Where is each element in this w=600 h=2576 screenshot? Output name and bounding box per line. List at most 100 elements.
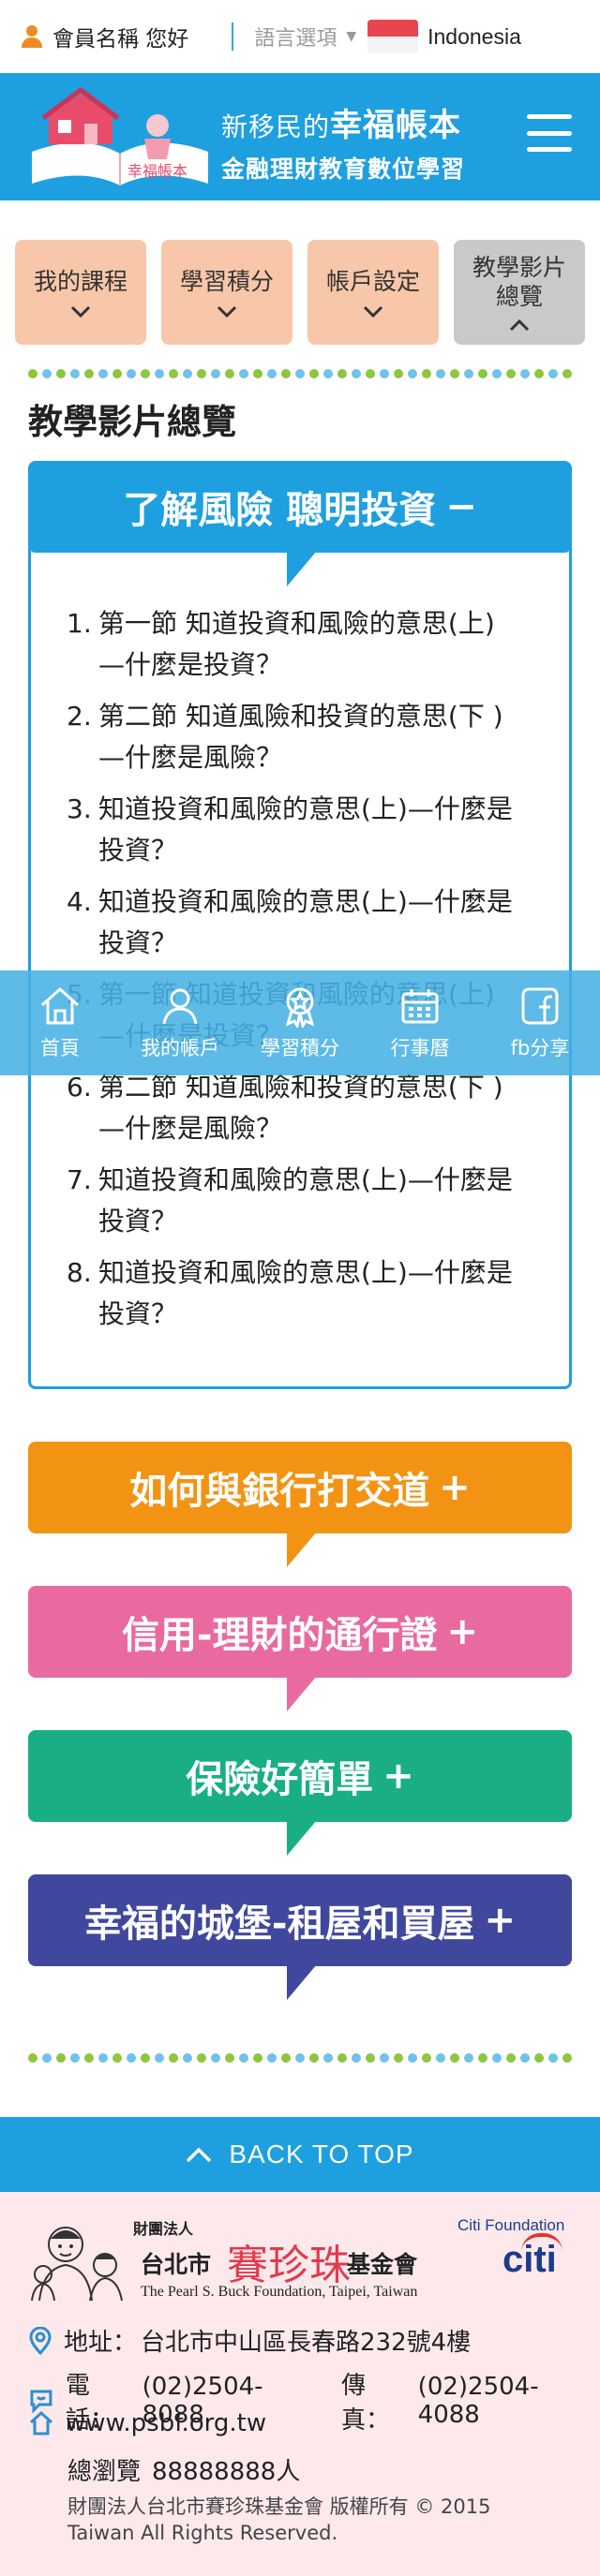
expand-icon: + — [382, 1754, 414, 1798]
indonesia-flag-icon[interactable] — [368, 20, 419, 53]
video-item-title: 知道投資和風險的意思(上)—什麼是 投資？ — [98, 881, 513, 964]
video-item-7[interactable]: 7. 知道投資和風險的意思(上)—什麼是 投資？ — [67, 1160, 547, 1242]
video-item-3[interactable]: 3. 知道投資和風險的意思(上)—什麼是 投資？ — [67, 789, 547, 871]
accordion-title: 如何與銀行打交道 — [129, 1470, 430, 1513]
brand-title[interactable]: 新移民的幸福帳本 金融理財教育數位學習 — [221, 99, 465, 185]
video-item-number: 2. — [67, 701, 92, 732]
accordion-header-risk-investment[interactable]: 了解風險 聰明投資 − — [28, 461, 572, 586]
website-link[interactable]: www.psbf.org.tw — [66, 2409, 266, 2437]
user-greeting[interactable]: 會員名稱 您好 — [21, 21, 188, 52]
video-item-title-line1: 第二節 知道風險和投資的意思(下 ) — [98, 701, 503, 732]
video-item-number: 8. — [67, 1257, 92, 1288]
language-label: 語言選項 — [254, 27, 338, 51]
citi-logo[interactable]: citi — [502, 2233, 562, 2281]
brand-title-small: 新移民的 — [221, 111, 331, 142]
facebook-icon — [521, 987, 559, 1025]
foundation-city: 台北市 — [141, 2251, 212, 2278]
video-item-title: 知道投資和風險的意思(上)—什麼是 投資？ — [98, 1160, 513, 1242]
accordion-closed-2: 信用-理財的通行證 + — [28, 1586, 572, 1711]
video-item-number: 1. — [67, 608, 92, 639]
foundation-legal-label: 財團法人 — [133, 2220, 194, 2238]
video-item-title-line1: 知道投資和風險的意思(上)—什麼是 — [98, 886, 513, 917]
chevron-down-icon — [217, 305, 237, 318]
nav-home[interactable]: 首頁 — [4, 985, 116, 1061]
dotted-divider-bottom — [28, 2053, 572, 2063]
user-greeting-label: 會員名稱 您好 — [52, 27, 189, 52]
video-item-title: 知道投資和風險的意思(上)—什麼是 投資？ — [98, 789, 513, 871]
country-label[interactable]: Indonesia — [428, 24, 521, 50]
tab-4[interactable]: 教學影片 總覽 — [454, 240, 585, 345]
copyright-line-1: 財團法人台北市賽珍珠基金會 版權所有 © 2015 — [68, 2495, 491, 2518]
video-item-title-line2: 投資？ — [98, 1298, 178, 1329]
home-icon — [40, 986, 80, 1025]
expand-icon: + — [484, 1899, 517, 1942]
nav-learning-points-label: 學習積分 — [261, 1037, 339, 1059]
video-item-title-line1: 知道投資和風險的意思(上)—什麼是 — [98, 1164, 513, 1195]
account-tabs: 我的課程 學習積分 帳戶設定 教學影片 總覽 — [0, 240, 600, 345]
dotted-divider — [28, 369, 572, 378]
video-item-6[interactable]: 6. 第二節 知道風險和投資的意思(下 ) —什麼是風險？ — [67, 1067, 547, 1149]
accordion-header[interactable]: 幸福的城堡-租屋和買屋 + — [28, 1874, 572, 2000]
tab-2[interactable]: 學習積分 — [161, 240, 292, 345]
video-item-4[interactable]: 4. 知道投資和風險的意思(上)—什麼是 投資？ — [67, 881, 547, 964]
collapse-icon: − — [445, 485, 477, 528]
foundation-logo[interactable]: 財團法人 台北市 賽珍珠 基金會 The Pearl S. Buck Found… — [28, 2211, 431, 2308]
divider — [232, 22, 234, 51]
nav-fb-share-label: fb分享 — [510, 1037, 570, 1059]
video-item-title-line2: —什麼是風險？ — [98, 742, 283, 773]
tab-3[interactable]: 帳戶設定 — [308, 240, 439, 345]
video-item-title-line1: 知道投資和風險的意思(上)—什麼是 — [98, 793, 513, 824]
accordion-header[interactable]: 如何與銀行打交道 + — [28, 1442, 572, 1567]
video-item-8[interactable]: 8. 知道投資和風險的意思(上)—什麼是 投資？ — [67, 1252, 547, 1335]
page-title: 教學影片總覽 — [28, 402, 236, 442]
logo-icon[interactable]: 幸福帳本 — [26, 86, 214, 191]
video-item-title: 第一節 知道投資和風險的意思(上) —什麼是投資？ — [98, 603, 495, 686]
accordion-title: 信用-理財的通行證 — [121, 1614, 438, 1657]
copyright-line-2: Taiwan All Rights Reserved. — [68, 2522, 338, 2544]
footer-views: 總瀏覽 88888888人 — [68, 2452, 300, 2487]
accordion-header[interactable]: 信用-理財的通行證 + — [28, 1586, 572, 1711]
video-item-number: 6. — [67, 1072, 92, 1103]
video-item-title-line2: —什麼是風險？ — [98, 1113, 283, 1144]
fax-value: (02)2504-4088 — [417, 2373, 539, 2429]
citi-foundation-label: Citi Foundation — [458, 2216, 565, 2234]
nav-my-account-label: 我的帳戶 — [141, 1037, 219, 1059]
nav-learning-points[interactable]: 學習積分 — [244, 985, 356, 1061]
language-selector[interactable]: 語言選項 ▼ — [254, 22, 356, 52]
video-item-number: 7. — [67, 1164, 92, 1195]
address-label: 地址： — [64, 2329, 138, 2357]
tab-label: 教學影片 總覽 — [472, 253, 566, 310]
video-item-number: 4. — [67, 886, 92, 917]
accordion-header[interactable]: 保險好簡單 + — [28, 1730, 572, 1856]
tab-1[interactable]: 我的課程 — [15, 240, 146, 345]
video-item-number: 3. — [67, 793, 92, 824]
video-list: 1. 第一節 知道投資和風險的意思(上) —什麼是投資？ 2. 第二節 知道風險和投資的… — [67, 603, 547, 1335]
nav-fb-share[interactable]: fb分享 — [484, 985, 596, 1061]
accordion-closed-4: 幸福的城堡-租屋和買屋 + — [28, 1874, 572, 2000]
top-bar: 會員名稱 您好 語言選項 ▼ Indonesia — [0, 0, 600, 73]
expand-icon: + — [439, 1466, 471, 1509]
tab-label: 我的課程 — [33, 268, 128, 296]
expand-icon: + — [446, 1610, 479, 1653]
footer-website: www.psbf.org.tw — [28, 2409, 266, 2437]
chevron-down-icon — [363, 305, 383, 318]
nav-calendar[interactable]: 行事曆 — [364, 985, 476, 1061]
accordion-title: 幸福的城堡-租屋和買屋 — [83, 1902, 475, 1946]
caret-down-icon: ▼ — [346, 29, 357, 44]
brand-title-big: 幸福帳本 — [330, 107, 462, 144]
video-item-title-line2: 投資？ — [98, 927, 178, 958]
views-label: 總瀏覽 — [68, 2458, 142, 2486]
hamburger-menu-icon[interactable] — [527, 114, 572, 152]
chevron-up-icon — [509, 319, 530, 332]
tab-label: 帳戶設定 — [325, 268, 420, 296]
accordion-title: 了解風險 聰明投資 — [123, 489, 437, 532]
speech-tail — [287, 1676, 317, 1711]
video-item-1[interactable]: 1. 第一節 知道投資和風險的意思(上) —什麼是投資？ — [67, 603, 547, 686]
video-item-2[interactable]: 2. 第二節 知道風險和投資的意思(下 ) —什麼是風險？ — [67, 696, 547, 778]
site-header: 幸福帳本 新移民的幸福帳本 金融理財教育數位學習 — [0, 73, 600, 200]
back-to-top-button[interactable]: BACK TO TOP — [0, 2117, 600, 2192]
video-item-title-line2: —什麼是投資？ — [98, 649, 283, 680]
nav-my-account[interactable]: 我的帳戶 — [124, 985, 236, 1061]
foundation-english-name: The Pearl S. Buck Foundation, Taipei, Ta… — [141, 2284, 418, 2300]
site-footer: 財團法人 台北市 賽珍珠 基金會 The Pearl S. Buck Found… — [0, 2192, 600, 2576]
